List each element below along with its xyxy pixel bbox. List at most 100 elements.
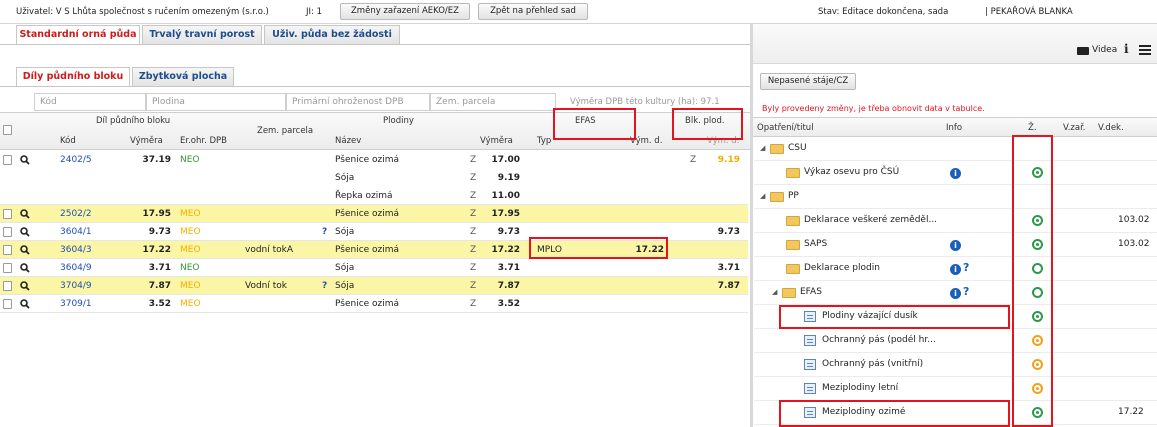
tab-standard-arable[interactable]: Standardní orná půda <box>16 25 140 44</box>
filter-code-input[interactable]: Kód <box>34 93 146 111</box>
efas-area <box>620 277 664 295</box>
tree-item[interactable]: ◢ PP <box>754 185 1157 209</box>
row-checkbox[interactable] <box>3 209 12 219</box>
crop-name: Řepka ozimá <box>335 191 393 201</box>
highlight-z-column <box>1012 135 1053 427</box>
magnifier-icon[interactable] <box>20 263 30 273</box>
tree-item[interactable]: Výkaz osevu pro ČSÚ i <box>754 161 1157 185</box>
row-code-link[interactable]: 3604/1 <box>60 223 92 241</box>
videos-link[interactable]: Videa <box>1092 45 1117 55</box>
folder-icon <box>786 216 800 226</box>
row-code-link[interactable]: 3604/9 <box>60 259 92 277</box>
tree-item-label[interactable]: CSU <box>788 143 807 153</box>
changes-aeko-button[interactable]: Změny zařazení AEKO/EZ <box>340 3 470 20</box>
highlight-blk-header <box>672 108 743 140</box>
tree-item[interactable]: Meziplodiny letní <box>754 377 1157 401</box>
magnifier-icon[interactable] <box>20 299 30 309</box>
expand-triangle-icon[interactable]: ◢ <box>772 288 777 296</box>
header-info[interactable]: Info <box>946 123 962 133</box>
select-all-checkbox[interactable] <box>3 125 12 135</box>
menu-icon[interactable] <box>1139 45 1151 55</box>
row-code-link[interactable]: 3709/1 <box>60 295 92 313</box>
info-icon[interactable]: i <box>950 264 961 275</box>
magnifier-icon[interactable] <box>20 155 30 165</box>
magnifier-icon[interactable] <box>20 281 30 291</box>
crop-area: 17.00 <box>491 155 520 165</box>
efas-area <box>620 295 664 313</box>
expand-triangle-icon[interactable]: ◢ <box>760 192 765 200</box>
panel-splitter[interactable] <box>750 24 753 427</box>
question-icon[interactable]: ? <box>963 261 969 274</box>
row-area: 9.73 <box>148 227 171 237</box>
tree-item-label[interactable]: Meziplodiny letní <box>822 383 898 393</box>
tab-soil-block-parts[interactable]: Díly půdního bloku <box>16 67 130 86</box>
tree-item-label[interactable]: Ochranný pás (podél hr... <box>822 335 936 345</box>
highlight-plodiny-dusik <box>779 305 1010 329</box>
header-vymera2[interactable]: Výměra <box>480 136 513 146</box>
row-checkbox[interactable] <box>3 245 12 255</box>
crop-z-flag: Z <box>470 191 477 201</box>
header-vzar[interactable]: V.zař. <box>1063 123 1086 133</box>
unpastured-stables-button[interactable]: Nepasené stáje/CZ <box>760 73 856 90</box>
table-row[interactable]: 2502/2 17.95 MEO Pšenice ozimá Z 17.95 <box>0 205 748 223</box>
tab-residual-area[interactable]: Zbytková plocha <box>132 67 234 86</box>
magnifier-icon[interactable] <box>20 227 30 237</box>
header-vymera[interactable]: Výměra <box>130 136 163 146</box>
table-row[interactable]: 2402/5 37.19 NEO Pšenice ozimá Z 17.00 Sója Z 9.… <box>0 151 748 205</box>
filter-threat-input[interactable]: Primární ohroženost DPB <box>286 93 430 111</box>
info-icon[interactable]: i <box>950 168 961 179</box>
tree-item[interactable]: Deklarace veškeré zeměděl... 103.02 <box>754 209 1157 233</box>
tree-item-label[interactable]: Deklarace veškeré zeměděl... <box>804 215 937 225</box>
tree-item[interactable]: SAPS i 103.02 <box>754 233 1157 257</box>
header-z[interactable]: Ž. <box>1028 123 1037 133</box>
row-checkbox[interactable] <box>3 299 12 309</box>
row-code-link[interactable]: 2502/2 <box>60 205 92 223</box>
tab-permanent-grassland[interactable]: Trvalý travní porost <box>142 25 262 44</box>
row-checkbox[interactable] <box>3 155 12 165</box>
crop-name: Sója <box>335 173 355 183</box>
tree-item[interactable]: Ochranný pás (vnitřní) <box>754 353 1157 377</box>
tree-item-label[interactable]: EFAS <box>800 287 822 297</box>
header-nazev[interactable]: Název <box>335 136 361 146</box>
tab-user-land[interactable]: Uživ. půda bez žádosti <box>264 25 400 44</box>
info-icon[interactable]: i <box>950 288 961 299</box>
crop-z-flag: Z <box>470 173 477 183</box>
tree-item[interactable]: ◢ EFAS i? <box>754 281 1157 305</box>
table-row[interactable]: 3604/9 3.71 NEO Sója Z 3.71 3.71 <box>0 259 748 277</box>
row-checkbox[interactable] <box>3 281 12 291</box>
header-zem-parcela[interactable]: Zem. parcela <box>257 126 313 136</box>
tree-item-label[interactable]: Deklarace plodin <box>804 263 880 273</box>
video-icon[interactable] <box>1077 47 1089 55</box>
table-row[interactable]: 3704/9 7.87 MEO Vodní tok? Sója Z 7.87 7.87 <box>0 277 748 295</box>
tree-item-label[interactable]: PP <box>788 191 799 201</box>
header-erohr[interactable]: Er.ohr. DPB <box>180 136 227 146</box>
magnifier-icon[interactable] <box>20 209 30 219</box>
header-opatreni[interactable]: Opatření/titul <box>757 123 814 133</box>
info-icon[interactable]: i <box>950 240 961 251</box>
row-checkbox[interactable] <box>3 263 12 273</box>
back-to-sets-button[interactable]: Zpět na přehled sad <box>478 3 588 20</box>
header-vdek[interactable]: V.dek. <box>1098 123 1124 133</box>
info-i-icon[interactable]: i <box>1124 42 1129 56</box>
header-typ[interactable]: Typ <box>537 136 551 146</box>
tree-item-label[interactable]: Ochranný pás (vnitřní) <box>822 359 923 369</box>
filter-parcel-input[interactable]: Zem. parcela <box>430 93 556 111</box>
crop-name: Pšenice ozimá <box>335 245 400 255</box>
magnifier-icon[interactable] <box>20 245 30 255</box>
tree-item[interactable]: ◢ CSU <box>754 137 1157 161</box>
tree-item-label[interactable]: SAPS <box>804 239 827 249</box>
tree-item[interactable]: Ochranný pás (podél hr... <box>754 329 1157 353</box>
row-checkbox[interactable] <box>3 227 12 237</box>
tree-item-label[interactable]: Výkaz osevu pro ČSÚ <box>804 167 899 177</box>
row-parcel: vodní tokA <box>245 245 294 255</box>
row-code-link[interactable]: 2402/5 <box>60 151 92 169</box>
table-row[interactable]: 3709/1 3.52 MEO Pšenice ozimá Z 3.52 <box>0 295 748 313</box>
tree-vdek-value: 103.02 <box>1118 239 1150 249</box>
tree-item[interactable]: Deklarace plodin i? <box>754 257 1157 281</box>
filter-crop-input[interactable]: Plodina <box>146 93 286 111</box>
question-icon[interactable]: ? <box>963 285 969 298</box>
header-kod[interactable]: Kód <box>60 136 76 146</box>
row-code-link[interactable]: 3604/3 <box>60 241 92 259</box>
row-code-link[interactable]: 3704/9 <box>60 277 92 295</box>
expand-triangle-icon[interactable]: ◢ <box>760 144 765 152</box>
